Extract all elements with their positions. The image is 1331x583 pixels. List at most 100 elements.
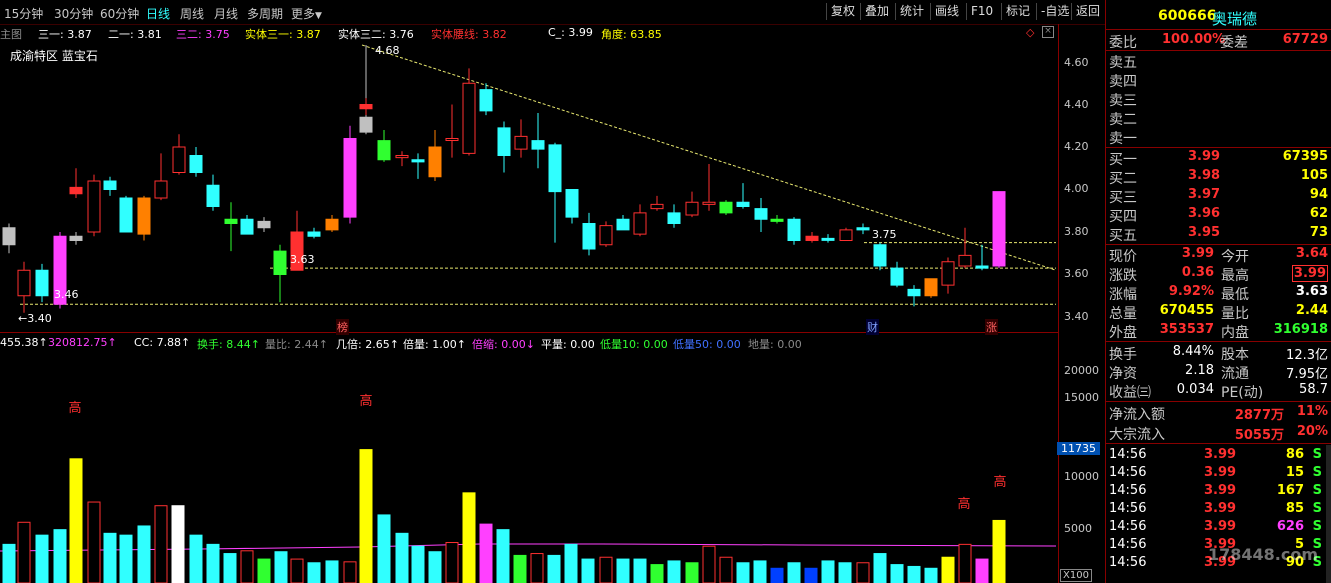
candle-body <box>531 140 545 150</box>
buy-volume: 105 <box>1300 168 1328 183</box>
volume-tick: 15000 <box>1064 391 1099 404</box>
sell-row[interactable]: 卖二 <box>1106 108 1331 128</box>
period-multi[interactable]: 多周期 <box>247 5 283 22</box>
tick-time: 14:56 <box>1109 555 1147 570</box>
buy-row[interactable]: 买四 3.96 62 <box>1106 205 1331 225</box>
weibi-value: 100.00% <box>1162 32 1226 47</box>
volume-bar <box>137 525 151 583</box>
sell-row[interactable]: 卖三 <box>1106 89 1331 109</box>
vol-ind-1: 455.38↑ <box>0 336 48 349</box>
tick-row[interactable]: 14:56 3.99 626 S <box>1106 518 1331 536</box>
volume-bar <box>154 505 168 583</box>
candle-body <box>189 155 203 173</box>
buy-price: 3.98 <box>1188 168 1221 183</box>
period-60min[interactable]: 60分钟 <box>100 5 139 22</box>
draw-line-button[interactable]: 画线 <box>930 3 963 20</box>
tick-side: S <box>1312 465 1322 480</box>
candle-body <box>343 138 357 218</box>
volume-chart[interactable]: 高高高高 <box>0 350 1058 583</box>
candle-body <box>119 197 133 233</box>
volume-bar <box>445 542 459 583</box>
period-more[interactable]: 更多▼ <box>291 5 322 22</box>
add-watchlist-button[interactable]: -自选 <box>1036 3 1073 20</box>
sell-label: 卖二 <box>1109 112 1137 128</box>
tick-time: 14:56 <box>1109 465 1147 480</box>
statistics-button[interactable]: 统计 <box>895 3 928 20</box>
candlestick-chart[interactable] <box>0 40 1058 332</box>
mark-button[interactable]: 标记 <box>1001 3 1034 20</box>
volume-bar <box>804 567 818 583</box>
candle-body <box>702 201 716 205</box>
event-tag-bang[interactable]: 榜 <box>336 319 349 335</box>
price-tick: 3.40 <box>1064 310 1089 323</box>
buy-row[interactable]: 买二 3.98 105 <box>1106 167 1331 187</box>
tick-row[interactable]: 14:56 3.99 15 S <box>1106 464 1331 482</box>
weicha-label: 委差 <box>1220 35 1248 51</box>
tick-side: S <box>1312 501 1322 516</box>
back-button[interactable]: 返回 <box>1071 3 1104 20</box>
candle-body <box>224 218 238 224</box>
price-tick: 4.40 <box>1064 98 1089 111</box>
volume-bar <box>924 567 938 583</box>
period-30min[interactable]: 30分钟 <box>54 5 93 22</box>
diamond-icon[interactable]: ◇ <box>1026 26 1034 39</box>
buy-row[interactable]: 买五 3.95 73 <box>1106 224 1331 244</box>
candle-body <box>359 104 373 110</box>
quote-label: 总量 <box>1109 306 1137 322</box>
volume-bar <box>770 567 784 583</box>
volume-bar <box>496 529 510 583</box>
price-tick: 4.60 <box>1064 56 1089 69</box>
line-label-375: 3.75 <box>872 228 897 241</box>
restore-rights-button[interactable]: 复权 <box>826 3 859 20</box>
tick-row[interactable]: 14:56 3.99 167 S <box>1106 482 1331 500</box>
quote-value: 0.034 <box>1176 382 1214 397</box>
close-icon[interactable]: × <box>1042 26 1054 38</box>
period-daily[interactable]: 日线 <box>146 5 170 22</box>
candle-body <box>719 201 733 214</box>
volume-bar <box>69 458 83 583</box>
volume-bar <box>907 565 921 583</box>
volume-bar <box>307 562 321 583</box>
buy-row[interactable]: 买三 3.97 94 <box>1106 186 1331 206</box>
period-15min[interactable]: 15分钟 <box>4 5 43 22</box>
event-tag-zhang[interactable]: 涨 <box>985 319 998 335</box>
volume-bar <box>873 553 887 583</box>
tick-row[interactable]: 14:56 3.99 85 S <box>1106 500 1331 518</box>
volume-bar <box>821 560 835 583</box>
high-volume-label: 高 <box>957 496 970 512</box>
period-toolbar: 15分钟 30分钟 60分钟 日线 周线 月线 多周期 更多▼ 复权 叠加 统计… <box>0 0 1105 25</box>
candle-body <box>856 227 870 231</box>
f10-button[interactable]: F10 <box>966 3 997 20</box>
quote-row: 外盘 353537 内盘 316918 <box>1106 321 1331 341</box>
quote-label: 最高 <box>1221 268 1249 284</box>
volume-bar <box>616 558 630 583</box>
volume-bar <box>2 543 16 583</box>
candle-body <box>35 269 49 297</box>
quote-label: 涨幅 <box>1109 287 1137 303</box>
sell-row[interactable]: 卖五 <box>1106 51 1331 71</box>
tick-scrollbar[interactable] <box>1326 445 1331 583</box>
tick-side: S <box>1312 519 1322 534</box>
overlay-button[interactable]: 叠加 <box>860 3 893 20</box>
candle-body <box>428 146 442 178</box>
candle-body <box>514 135 528 150</box>
tick-volume: 167 <box>1276 483 1304 498</box>
candle-body <box>172 146 186 173</box>
tick-row[interactable]: 14:56 3.99 86 S <box>1106 446 1331 464</box>
period-monthly[interactable]: 月线 <box>214 5 238 22</box>
event-tag-cai[interactable]: 财 <box>866 319 879 335</box>
buy-row[interactable]: 买一 3.99 67395 <box>1106 148 1331 168</box>
sell-row[interactable]: 卖一 <box>1106 127 1331 147</box>
quote-row: 净资 2.18 流通 7.95亿 <box>1106 362 1331 382</box>
period-weekly[interactable]: 周线 <box>180 5 204 22</box>
candle-body <box>103 180 117 190</box>
candle-body <box>650 203 664 210</box>
quote-value: 58.7 <box>1299 382 1328 397</box>
vol-ind-cc: CC: 7.88↑ <box>134 336 191 349</box>
sell-label: 卖五 <box>1109 55 1137 71</box>
high-volume-label: 高 <box>359 393 372 409</box>
quote-value: 2.18 <box>1185 363 1214 378</box>
divider <box>1106 341 1331 342</box>
line-label-346: 3.46 <box>54 288 79 301</box>
sell-row[interactable]: 卖四 <box>1106 70 1331 90</box>
